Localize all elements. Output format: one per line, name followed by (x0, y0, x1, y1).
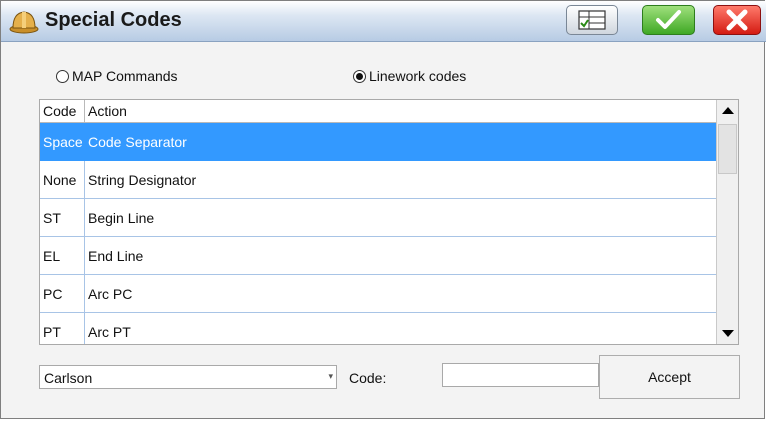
special-codes-window: Special Codes MAP Commands Linework code… (0, 0, 766, 419)
cell-action: String Designator (88, 172, 197, 188)
radio-linework-codes-label: Linework codes (369, 68, 467, 84)
code-input[interactable] (442, 363, 599, 387)
radio-map-commands-label: MAP Commands (72, 68, 178, 84)
table-row[interactable]: EL End Line (40, 237, 716, 275)
radio-dot (56, 69, 69, 83)
column-header-code[interactable]: Code (43, 103, 76, 119)
code-library-dropdown[interactable]: Carlson ▾ (39, 365, 337, 389)
cell-code: ST (43, 210, 61, 226)
code-label: Code: (349, 370, 387, 386)
radio-map-commands[interactable]: MAP Commands (56, 68, 178, 84)
dropdown-arrow-icon: ▾ (328, 371, 333, 381)
vertical-scrollbar[interactable] (716, 100, 739, 344)
list-view-icon (578, 10, 606, 30)
accept-button[interactable]: Accept (599, 355, 740, 399)
cell-action: Code Separator (88, 134, 187, 150)
cell-code: EL (43, 248, 61, 264)
table-row[interactable]: ST Begin Line (40, 199, 716, 237)
close-icon (726, 9, 748, 31)
cell-code: None (43, 172, 77, 188)
table-row[interactable]: PT Arc PT (40, 313, 716, 344)
title-bar: Special Codes (1, 1, 766, 42)
close-button[interactable] (713, 5, 761, 35)
cell-action: Arc PT (88, 324, 131, 340)
code-library-value: Carlson (44, 370, 93, 386)
table-row[interactable]: None String Designator (40, 161, 716, 199)
check-icon (656, 10, 681, 29)
table-row[interactable]: PC Arc PC (40, 275, 716, 313)
radio-linework-codes[interactable]: Linework codes (353, 68, 466, 84)
cell-action: End Line (88, 248, 144, 264)
scroll-up-arrow-icon[interactable] (717, 100, 739, 122)
ok-button[interactable] (642, 5, 695, 35)
scroll-down-arrow-icon[interactable] (717, 322, 739, 344)
table-row[interactable]: Space Code Separator (40, 123, 716, 161)
codes-table[interactable]: Code Action Space Code Separator None St… (39, 99, 739, 345)
hardhat-icon (9, 11, 39, 34)
radio-dot (353, 69, 366, 83)
cell-code: PC (43, 286, 63, 302)
cell-code: Space (43, 134, 83, 150)
scrollbar-thumb[interactable] (718, 124, 737, 174)
column-header-action[interactable]: Action (88, 103, 127, 119)
cell-code: PT (43, 324, 61, 340)
cell-action: Arc PC (88, 286, 133, 302)
table-header: Code Action (40, 100, 716, 123)
window-title: Special Codes (45, 9, 182, 31)
list-view-button[interactable] (566, 5, 618, 35)
cell-action: Begin Line (88, 210, 155, 226)
